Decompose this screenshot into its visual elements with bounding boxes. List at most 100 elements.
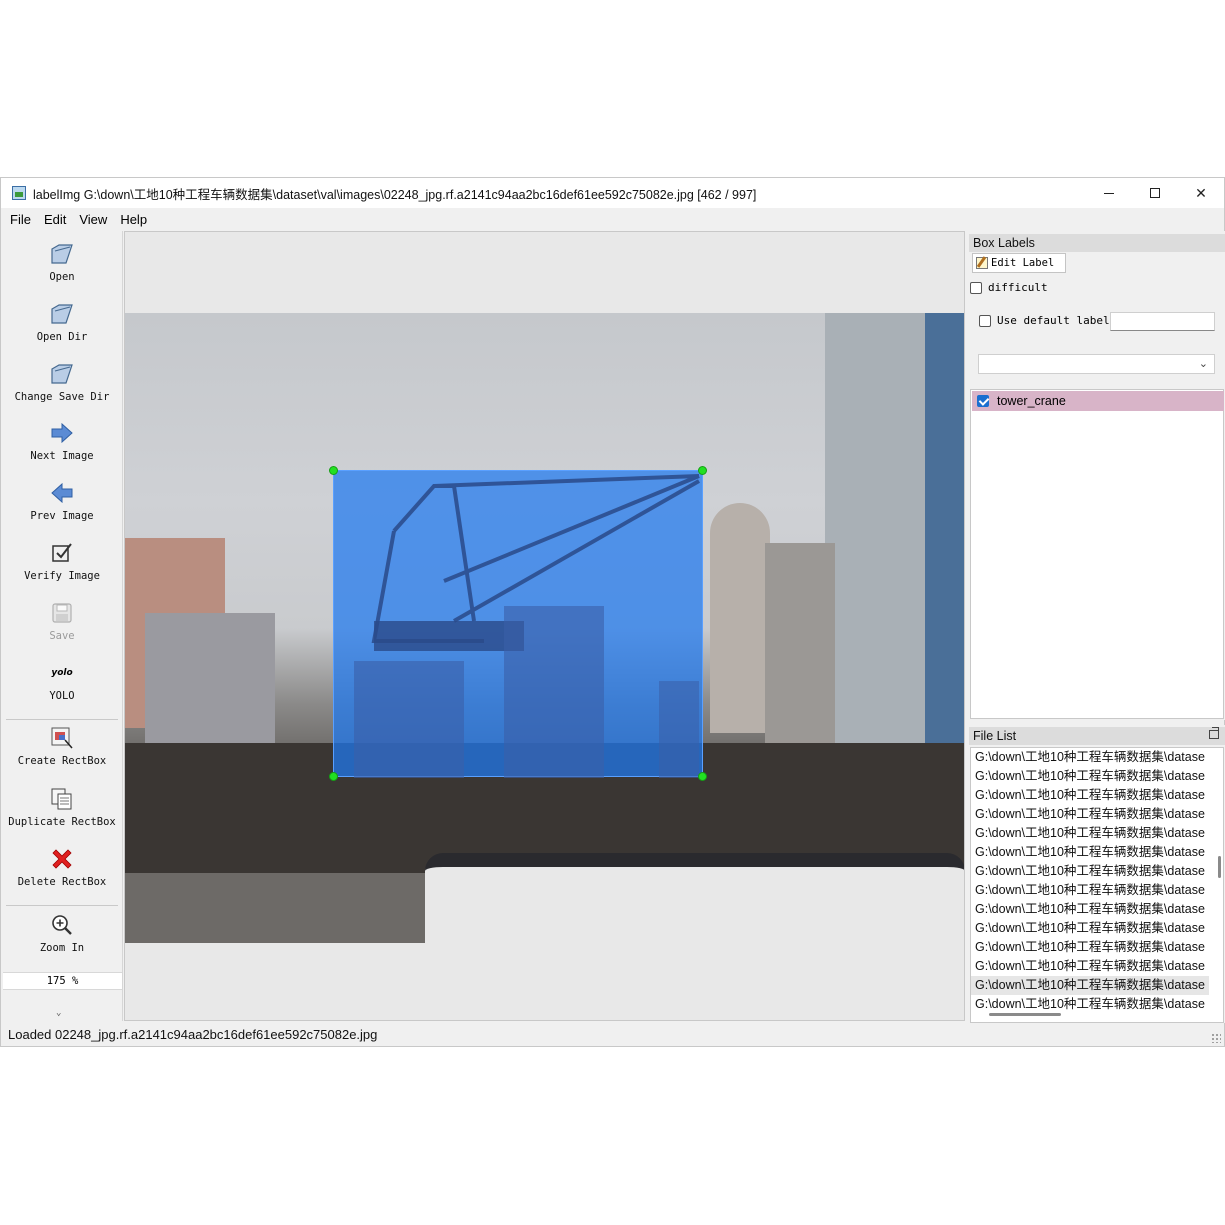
file-list-item[interactable]: G:\down\工地10种工程车辆数据集\datase [971, 976, 1209, 995]
file-list-item[interactable]: G:\down\工地10种工程车辆数据集\datase [971, 786, 1209, 805]
toolbar-divider [6, 905, 118, 906]
label-list: tower_crane [970, 389, 1224, 719]
left-toolbar: Open Open Dir Change Save Dir Next Image… [2, 231, 123, 1021]
create-rectbox-icon [49, 725, 75, 751]
file-list-item[interactable]: G:\down\工地10种工程车辆数据集\datase [971, 767, 1209, 786]
edit-label-button[interactable]: Edit Label [972, 253, 1066, 273]
street [125, 873, 425, 943]
default-label-input[interactable] [1110, 312, 1215, 331]
menu-file[interactable]: File [5, 212, 36, 227]
bounding-box-tower-crane[interactable] [333, 470, 703, 778]
save-label: Save [49, 630, 75, 642]
file-list-item[interactable]: G:\down\工地10种工程车辆数据集\datase [971, 805, 1209, 824]
yolo-format-button[interactable]: yolo YOLO [2, 660, 122, 702]
file-list-item[interactable]: G:\down\工地10种工程车辆数据集\datase [971, 862, 1209, 881]
box-labels-title: Box Labels [969, 234, 1225, 252]
bbox-handle-bottom-right[interactable] [698, 772, 707, 781]
window-title: labelImg G:\down\工地10种工程车辆数据集\dataset\va… [33, 187, 757, 202]
label-item-name: tower_crane [997, 394, 1066, 408]
duplicate-rectbox-label: Duplicate RectBox [8, 816, 116, 828]
prev-image-label: Prev Image [30, 510, 94, 522]
dock-float-icon[interactable] [1209, 727, 1219, 739]
file-list: G:\down\工地10种工程车辆数据集\datase G:\down\工地10种… [970, 747, 1224, 1023]
file-list-title: File List [969, 727, 1225, 745]
create-rectbox-button[interactable]: Create RectBox [2, 725, 122, 767]
difficult-label: difficult [988, 281, 1048, 294]
title-bar: labelImg G:\down\工地10种工程车辆数据集\dataset\va… [1, 178, 1224, 208]
use-default-label-checkbox[interactable] [979, 314, 991, 327]
maximize-button[interactable] [1132, 178, 1178, 208]
file-list-item[interactable]: G:\down\工地10种工程车辆数据集\datase [971, 900, 1209, 919]
save-button[interactable]: Save [2, 600, 122, 642]
duplicate-rectbox-button[interactable]: Duplicate RectBox [2, 786, 122, 828]
file-list-item[interactable]: G:\down\工地10种工程车辆数据集\datase [971, 995, 1209, 1014]
difficult-checkbox[interactable] [970, 281, 982, 294]
toolbar-more-icon[interactable]: ⌄ [56, 1008, 61, 1018]
menu-bar: File Edit View Help [1, 208, 1224, 231]
file-list-item[interactable]: G:\down\工地10种工程车辆数据集\datase [971, 938, 1209, 957]
menu-help[interactable]: Help [115, 212, 152, 227]
file-list-item[interactable]: G:\down\工地10种工程车辆数据集\datase [971, 843, 1209, 862]
yolo-icon: yolo [51, 668, 73, 678]
tower-crane-silhouette [354, 474, 700, 778]
file-list-item[interactable]: G:\down\工地10种工程车辆数据集\datase [971, 957, 1209, 976]
zoom-in-button[interactable]: Zoom In [2, 912, 122, 954]
verify-image-button[interactable]: Verify Image [2, 540, 122, 582]
file-list-panel: File List G:\down\工地10种工程车辆数据集\datase G:\… [969, 725, 1225, 1023]
minimize-button[interactable] [1086, 178, 1132, 208]
resize-grip-icon[interactable] [1211, 1033, 1221, 1043]
folder-open-icon [49, 241, 75, 267]
close-icon: ✕ [1195, 184, 1207, 201]
create-rectbox-label: Create RectBox [17, 755, 107, 767]
bbox-handle-top-right[interactable] [698, 466, 707, 475]
horizontal-scrollbar[interactable] [989, 1013, 1061, 1016]
menu-view[interactable]: View [74, 212, 112, 227]
verify-image-label: Verify Image [24, 570, 100, 582]
label-combo-box[interactable]: ⌄ [978, 354, 1215, 374]
label-item-tower-crane[interactable]: tower_crane [972, 391, 1224, 411]
annotated-photo [125, 313, 964, 943]
folder-open-icon [49, 301, 75, 327]
bbox-handle-bottom-left[interactable] [329, 772, 338, 781]
edit-pencil-icon [976, 257, 988, 269]
next-image-button[interactable]: Next Image [2, 420, 122, 462]
vertical-scrollbar[interactable] [1218, 856, 1221, 878]
building [765, 543, 835, 763]
open-label: Open [49, 271, 75, 283]
change-save-dir-button[interactable]: Change Save Dir [2, 361, 122, 403]
open-dir-button[interactable]: Open Dir [2, 301, 122, 343]
prev-image-button[interactable]: Prev Image [2, 480, 122, 522]
building [710, 503, 770, 733]
duplicate-icon [49, 786, 75, 812]
label-visible-checkbox[interactable] [977, 395, 989, 407]
change-save-dir-label: Change Save Dir [14, 391, 110, 403]
edit-label-text: Edit Label [991, 257, 1055, 269]
status-bar: Loaded 02248_jpg.rf.a2141c94aa2bc16def61… [1, 1024, 1224, 1046]
delete-rectbox-button[interactable]: Delete RectBox [2, 846, 122, 888]
file-list-item[interactable]: G:\down\工地10种工程车辆数据集\datase [971, 881, 1209, 900]
next-image-label: Next Image [30, 450, 94, 462]
bus [425, 853, 964, 943]
file-list-item[interactable]: G:\down\工地10种工程车辆数据集\datase [971, 919, 1209, 938]
yolo-label: YOLO [49, 690, 75, 702]
menu-edit[interactable]: Edit [39, 212, 71, 227]
arrow-left-icon [49, 480, 75, 506]
close-button[interactable]: ✕ [1178, 178, 1224, 208]
checkbox-verify-icon [49, 540, 75, 566]
open-button[interactable]: Open [2, 241, 122, 283]
file-list-item[interactable]: G:\down\工地10种工程车辆数据集\datase [971, 748, 1209, 767]
open-dir-label: Open Dir [36, 331, 88, 343]
maximize-icon [1150, 188, 1160, 198]
arrow-right-icon [49, 420, 75, 446]
difficult-checkbox-row[interactable]: difficult [970, 281, 1048, 294]
status-text: Loaded 02248_jpg.rf.a2141c94aa2bc16def61… [8, 1027, 378, 1042]
file-list-item[interactable]: G:\down\工地10种工程车辆数据集\datase [971, 824, 1209, 843]
folder-open-icon [49, 361, 75, 387]
use-default-label-row[interactable]: Use default label [979, 314, 1110, 327]
toolbar-divider [6, 719, 118, 720]
labelimg-window: labelImg G:\down\工地10种工程车辆数据集\dataset\va… [0, 177, 1225, 1047]
box-labels-panel: Box Labels Edit Label difficult Use defa… [969, 231, 1225, 720]
bbox-handle-top-left[interactable] [329, 466, 338, 475]
zoom-level-field[interactable]: 175 % [3, 972, 122, 990]
image-canvas[interactable] [124, 231, 965, 1021]
